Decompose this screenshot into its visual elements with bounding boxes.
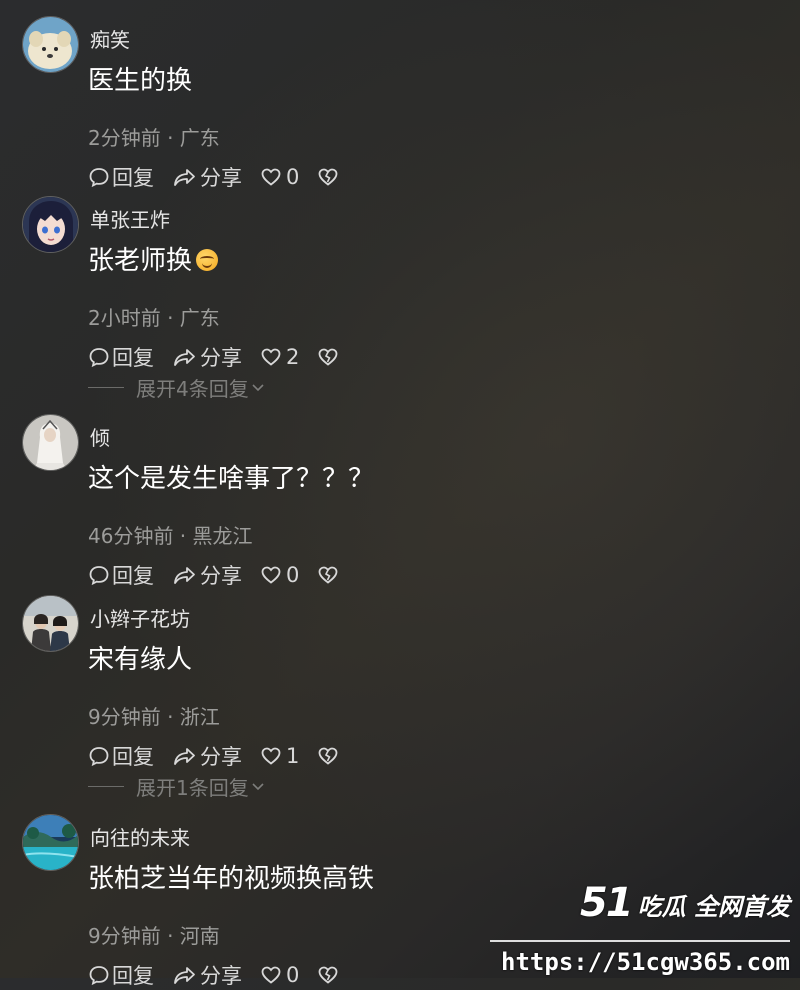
dislike-button[interactable]	[317, 964, 341, 986]
share-button[interactable]: 分享	[172, 162, 242, 192]
watermark-url: https://51cgw365.com	[501, 948, 790, 976]
comment-bubble-icon	[89, 747, 109, 767]
comment-bubble-icon	[89, 168, 109, 188]
broken-heart-icon	[318, 966, 338, 984]
reply-button[interactable]: 回复	[88, 560, 154, 590]
reply-label: 回复	[112, 346, 154, 370]
comment-meta: 46分钟前 · 黑龙江	[88, 524, 253, 548]
share-button[interactable]: 分享	[172, 560, 242, 590]
like-count: 0	[286, 963, 300, 987]
share-label: 分享	[200, 564, 242, 588]
share-button[interactable]: 分享	[172, 342, 242, 372]
avatar[interactable]	[22, 16, 79, 73]
heart-icon	[261, 348, 281, 366]
comment-meta: 2小时前 · 广东	[88, 306, 220, 330]
like-count: 0	[286, 165, 300, 189]
avatar[interactable]	[22, 414, 79, 471]
share-button[interactable]: 分享	[172, 741, 242, 771]
share-arrow-icon	[174, 967, 195, 984]
username[interactable]: 倾	[90, 422, 110, 451]
expand-replies-label: 展开4条回复	[136, 376, 249, 401]
comment-text-content: 张老师换	[88, 246, 193, 276]
reply-button[interactable]: 回复	[88, 960, 154, 990]
like-count: 2	[286, 345, 300, 369]
share-label: 分享	[200, 964, 242, 988]
heart-icon	[261, 566, 281, 584]
reply-button[interactable]: 回复	[88, 741, 154, 771]
comment-text: 医生的换	[88, 66, 193, 96]
broken-heart-icon	[318, 566, 338, 584]
reply-button[interactable]: 回复	[88, 162, 154, 192]
expand-replies-label: 展开1条回复	[136, 775, 249, 800]
comment-text: 这个是发生啥事了？？？	[88, 464, 375, 494]
avatar[interactable]	[22, 196, 79, 253]
username[interactable]: 单张王炸	[90, 204, 170, 233]
avatar[interactable]	[22, 595, 79, 652]
share-arrow-icon	[174, 169, 195, 186]
reply-label: 回复	[112, 564, 154, 588]
comment-actions: 回复 分享 0	[88, 164, 359, 190]
share-label: 分享	[200, 745, 242, 769]
comment-meta: 9分钟前 · 浙江	[88, 705, 220, 729]
comment-text: 宋有缘人	[88, 645, 193, 675]
chevron-down-icon	[252, 384, 264, 392]
share-label: 分享	[200, 166, 242, 190]
like-button[interactable]: 0	[260, 963, 299, 987]
dislike-button[interactable]	[317, 346, 341, 368]
expand-replies-button[interactable]: 展开4条回复	[88, 372, 267, 402]
username[interactable]: 小辫子花坊	[90, 603, 190, 632]
comment-text: 张老师换	[88, 240, 219, 277]
reply-button[interactable]: 回复	[88, 342, 154, 372]
comment-actions: 回复 分享 1	[88, 743, 359, 769]
dislike-button[interactable]	[317, 745, 341, 767]
username[interactable]: 向往的未来	[90, 822, 190, 851]
comment-meta: 2分钟前 · 广东	[88, 126, 220, 150]
divider	[88, 386, 124, 388]
watermark-divider	[490, 940, 790, 942]
avatar[interactable]	[22, 814, 79, 871]
watermark-tagline: 吃瓜 全网首发	[637, 893, 790, 921]
like-count: 0	[286, 563, 300, 587]
broken-heart-icon	[318, 168, 338, 186]
divider	[88, 785, 124, 787]
comment-actions: 回复 分享 0	[88, 962, 359, 988]
dislike-button[interactable]	[317, 166, 341, 188]
like-button[interactable]: 0	[260, 563, 299, 587]
watermark-number: 51	[579, 880, 634, 926]
heart-icon	[261, 747, 281, 765]
like-button[interactable]: 1	[260, 744, 299, 768]
share-button[interactable]: 分享	[172, 960, 242, 990]
dislike-button[interactable]	[317, 564, 341, 586]
username[interactable]: 痴笑	[90, 24, 130, 53]
like-button[interactable]: 0	[260, 165, 299, 189]
comment-bubble-icon	[89, 566, 109, 586]
share-arrow-icon	[174, 349, 195, 366]
grin-emoji-icon	[196, 249, 219, 271]
share-arrow-icon	[174, 748, 195, 765]
comment-meta: 9分钟前 · 河南	[88, 924, 220, 948]
chevron-down-icon	[252, 783, 264, 791]
reply-label: 回复	[112, 745, 154, 769]
reply-label: 回复	[112, 166, 154, 190]
share-label: 分享	[200, 346, 242, 370]
like-count: 1	[286, 744, 300, 768]
like-button[interactable]: 2	[260, 345, 299, 369]
watermark-logo: 51 吃瓜 全网首发	[580, 880, 790, 926]
reply-label: 回复	[112, 964, 154, 988]
comment-bubble-icon	[89, 348, 109, 368]
site-watermark: 51 吃瓜 全网首发 https://51cgw365.com	[490, 880, 800, 978]
broken-heart-icon	[318, 747, 338, 765]
expand-replies-button[interactable]: 展开1条回复	[88, 771, 267, 801]
comment-bubble-icon	[89, 966, 109, 986]
broken-heart-icon	[318, 348, 338, 366]
comment-actions: 回复 分享 0	[88, 562, 359, 588]
comment-actions: 回复 分享 2	[88, 344, 359, 370]
heart-icon	[261, 966, 281, 984]
heart-icon	[261, 168, 281, 186]
comment-text: 张柏芝当年的视频换高铁	[88, 864, 375, 894]
share-arrow-icon	[174, 567, 195, 584]
